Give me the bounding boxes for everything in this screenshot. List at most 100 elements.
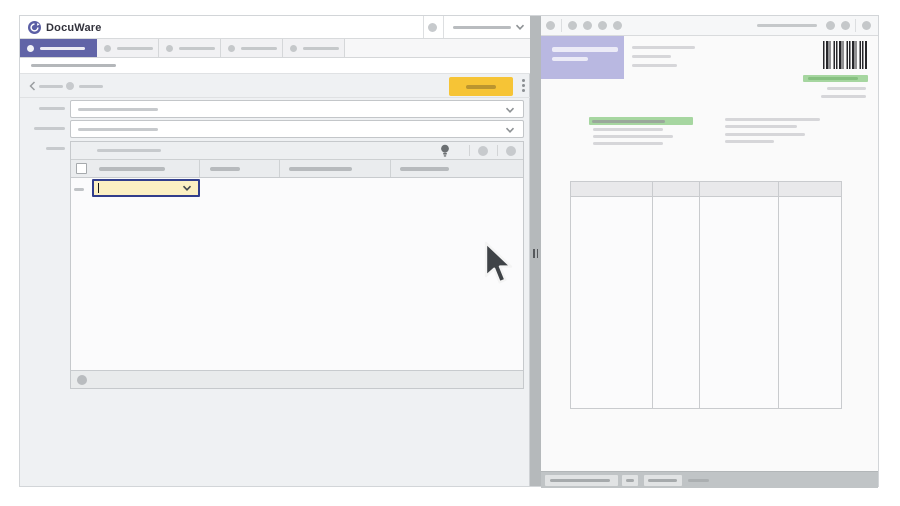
tool-2-icon[interactable] bbox=[568, 21, 577, 30]
breadcrumb-dot-icon bbox=[66, 82, 74, 90]
zoom-box[interactable] bbox=[644, 475, 682, 486]
viewer-panel bbox=[541, 16, 878, 486]
column-divider bbox=[199, 160, 200, 177]
info-line bbox=[725, 133, 805, 136]
document-table-cell bbox=[571, 333, 652, 351]
column-divider bbox=[279, 160, 280, 177]
tool-6-icon[interactable] bbox=[826, 21, 835, 30]
info-line bbox=[725, 140, 774, 143]
select-field-2[interactable] bbox=[70, 120, 524, 138]
chevron-down-icon bbox=[505, 127, 515, 134]
viewer-toolbar bbox=[541, 16, 878, 36]
highlight-green bbox=[803, 75, 868, 82]
breadcrumb-label-placeholder bbox=[79, 85, 103, 88]
table-title-placeholder bbox=[97, 149, 161, 152]
tab-label-placeholder bbox=[179, 47, 215, 50]
document-table bbox=[570, 181, 842, 409]
field-value-placeholder bbox=[78, 108, 158, 111]
recipient-line bbox=[593, 128, 663, 131]
chevron-left-icon[interactable] bbox=[29, 81, 36, 91]
column-divider bbox=[390, 160, 391, 177]
screenshot-root: DocuWare bbox=[0, 0, 900, 506]
status-icon[interactable] bbox=[428, 23, 437, 32]
store-tab-5[interactable] bbox=[283, 39, 345, 57]
store-tab-1[interactable] bbox=[20, 39, 97, 57]
dialog-title-placeholder bbox=[31, 64, 116, 67]
document-table-cell bbox=[652, 333, 699, 351]
reference-line bbox=[821, 95, 866, 98]
tool-4-icon[interactable] bbox=[598, 21, 607, 30]
document-table-row bbox=[571, 318, 841, 333]
column-header-placeholder bbox=[289, 167, 352, 171]
tool-8-icon[interactable] bbox=[862, 21, 871, 30]
tool-5-icon[interactable] bbox=[613, 21, 622, 30]
store-tab-2[interactable] bbox=[97, 39, 159, 57]
barcode bbox=[823, 41, 867, 69]
document-table-row bbox=[571, 333, 841, 348]
breadcrumb-item[interactable] bbox=[66, 74, 111, 98]
document-page bbox=[541, 36, 878, 471]
chevron-down-icon bbox=[505, 107, 515, 114]
document-table-cell bbox=[778, 333, 843, 351]
document-table-row bbox=[571, 303, 841, 318]
docuware-window: DocuWare bbox=[19, 15, 879, 487]
tool-1-icon[interactable] bbox=[546, 21, 555, 30]
highlight-green bbox=[589, 117, 693, 125]
tab-dot-icon bbox=[166, 45, 173, 52]
brand-name: DocuWare bbox=[46, 22, 102, 34]
index-table-widget bbox=[70, 141, 524, 389]
splitter-grip-icon bbox=[533, 249, 538, 258]
panel-splitter[interactable] bbox=[530, 16, 541, 486]
icon-button-2[interactable] bbox=[506, 146, 516, 156]
breadcrumb-placeholder bbox=[39, 85, 63, 88]
document-table-row bbox=[571, 273, 841, 288]
toolbar-divider bbox=[855, 19, 856, 32]
address-line bbox=[632, 46, 695, 49]
logo-line-placeholder bbox=[552, 57, 588, 61]
nav-box[interactable] bbox=[622, 475, 638, 486]
tool-3-icon[interactable] bbox=[583, 21, 592, 30]
document-table-body bbox=[571, 198, 841, 348]
store-dialog-panel: DocuWare bbox=[20, 16, 530, 486]
address-line bbox=[632, 64, 677, 67]
viewer-statusbar bbox=[541, 471, 878, 488]
recipient-line bbox=[593, 142, 663, 145]
nav-placeholder bbox=[626, 479, 634, 482]
tab-label-placeholder bbox=[241, 47, 277, 50]
info-line bbox=[725, 125, 797, 128]
reference-line bbox=[827, 87, 866, 90]
field-label-placeholder bbox=[34, 127, 65, 130]
tray-select-dropdown[interactable] bbox=[443, 16, 530, 39]
store-tab-3[interactable] bbox=[159, 39, 221, 57]
tab-label-placeholder bbox=[40, 47, 85, 50]
icon-button-1[interactable] bbox=[478, 146, 488, 156]
select-field-1[interactable] bbox=[70, 100, 524, 118]
header-divider bbox=[423, 16, 424, 38]
store-tab-4[interactable] bbox=[221, 39, 283, 57]
tab-dot-icon bbox=[290, 45, 297, 52]
store-toolbar bbox=[20, 74, 530, 98]
add-row-icon[interactable] bbox=[77, 375, 87, 385]
row-handle[interactable] bbox=[74, 188, 84, 191]
tool-7-icon[interactable] bbox=[841, 21, 850, 30]
kebab-menu-icon[interactable] bbox=[518, 78, 528, 95]
keyword-edit-combobox[interactable] bbox=[92, 179, 200, 197]
toolbar-divider bbox=[561, 19, 562, 32]
lightbulb-icon[interactable] bbox=[440, 144, 450, 158]
index-table-row bbox=[71, 178, 523, 200]
logo-line-placeholder bbox=[552, 47, 618, 52]
store-button[interactable] bbox=[449, 77, 513, 96]
tab-dot-icon bbox=[27, 45, 34, 52]
tab-label-placeholder bbox=[117, 47, 153, 50]
document-table-row bbox=[571, 213, 841, 228]
zoom-slider[interactable] bbox=[757, 24, 817, 27]
recipient-line bbox=[593, 135, 673, 138]
column-header-placeholder bbox=[210, 167, 240, 171]
text-caret bbox=[98, 183, 99, 193]
info-line bbox=[725, 118, 820, 121]
page-info-box[interactable] bbox=[545, 475, 618, 486]
brand: DocuWare bbox=[28, 16, 102, 39]
status-line-placeholder bbox=[688, 479, 709, 482]
field-value-placeholder bbox=[78, 128, 158, 131]
select-all-checkbox[interactable] bbox=[76, 163, 87, 174]
